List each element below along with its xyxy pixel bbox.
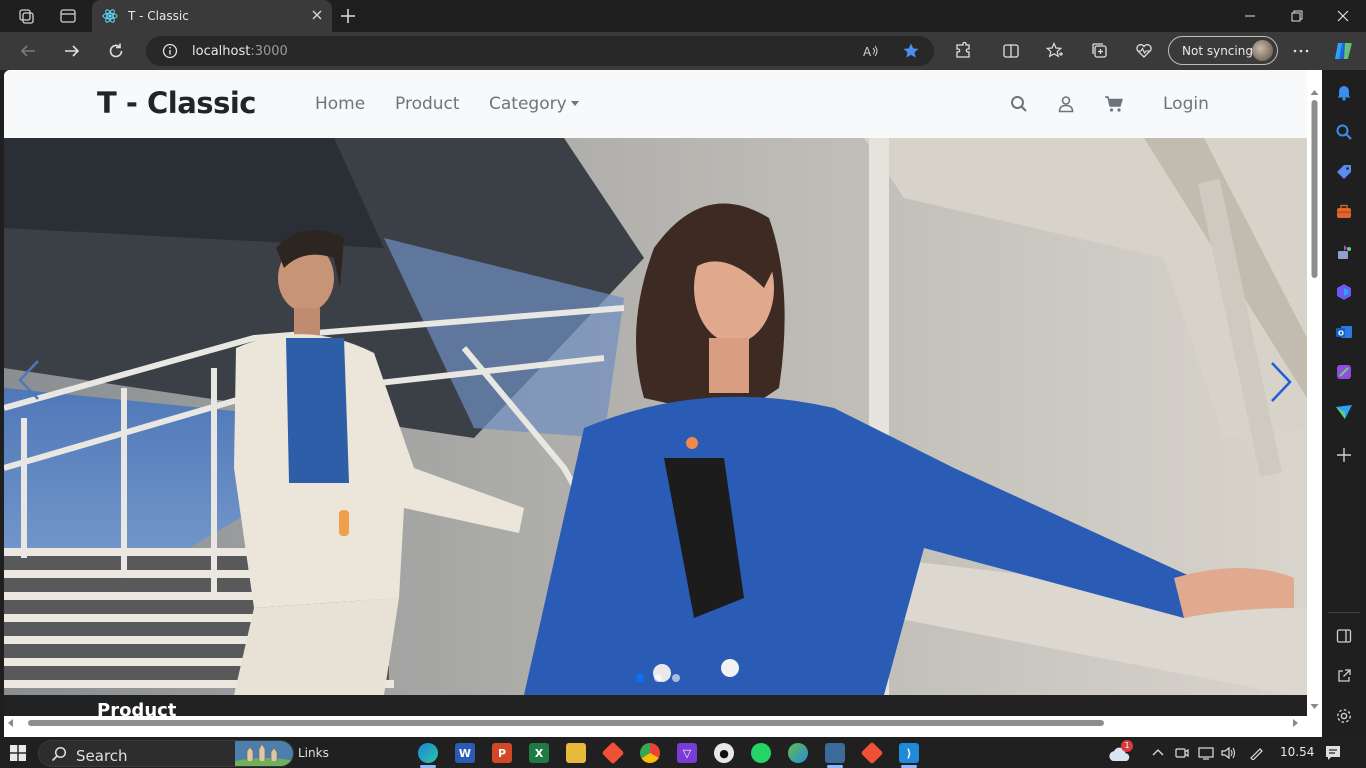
edge-taskbar-icon[interactable] <box>418 743 438 763</box>
git-gui-taskbar-icon[interactable] <box>860 741 884 765</box>
tab-actions-icon[interactable] <box>58 6 78 26</box>
taskbar-search-label: Search <box>76 747 128 765</box>
back-arrow-icon[interactable] <box>17 40 39 62</box>
windows-taskbar: Search Links W P X ▽ ● ⟩ 1 10.54 <box>0 738 1366 768</box>
designer-icon[interactable] <box>1334 362 1354 382</box>
hero-fashion-photo <box>4 138 1307 695</box>
volume-icon[interactable] <box>1221 746 1237 760</box>
user-icon[interactable] <box>1056 94 1076 114</box>
forward-arrow-icon[interactable] <box>61 40 83 62</box>
edge-sidebar: O <box>1322 70 1366 738</box>
weather-badge: 1 <box>1121 740 1133 752</box>
collections-icon[interactable] <box>1089 40 1111 62</box>
new-tab-icon[interactable] <box>338 6 358 26</box>
favorites-icon[interactable] <box>1044 40 1066 62</box>
profile-avatar <box>1252 40 1273 61</box>
whatsapp-taskbar-icon[interactable] <box>751 743 771 763</box>
restore-icon[interactable] <box>1287 6 1307 26</box>
hero-carousel <box>4 138 1307 695</box>
refresh-icon[interactable] <box>105 40 127 62</box>
carousel-indicator-1[interactable] <box>636 674 644 682</box>
minimize-icon[interactable] <box>1240 6 1260 26</box>
github-taskbar-icon[interactable]: ● <box>714 743 734 763</box>
svg-text:A: A <box>863 45 872 59</box>
powerpoint-taskbar-icon[interactable]: P <box>492 743 512 763</box>
windows-start-icon[interactable] <box>10 745 26 761</box>
microsoft-365-icon[interactable] <box>1334 282 1354 302</box>
taskbar-search-icon <box>51 746 67 762</box>
taskbar-search-box[interactable]: Search <box>38 740 294 767</box>
hide-sidebar-icon[interactable] <box>1334 626 1354 646</box>
copilot-icon[interactable] <box>1332 40 1354 62</box>
caret-down-icon <box>570 101 579 106</box>
page-viewport: T - Classic Home Product Category Login <box>4 70 1322 737</box>
sidebar-search-icon[interactable] <box>1334 122 1354 142</box>
read-aloud-icon[interactable]: A <box>862 42 880 60</box>
sync-status-label: Not syncing <box>1182 44 1253 58</box>
url-text: localhost:3000 <box>192 44 288 59</box>
carousel-next-icon[interactable] <box>1268 360 1294 404</box>
react-favicon-icon <box>102 8 118 24</box>
taskbar-clock[interactable]: 10.54 <box>1280 745 1314 759</box>
address-bar[interactable]: localhost:3000 A <box>146 36 934 66</box>
carousel-indicator-3[interactable] <box>672 674 680 682</box>
send-drop-icon[interactable] <box>1334 402 1354 422</box>
search-highlight-castle-icon <box>235 741 293 766</box>
site-brand[interactable]: T - Classic <box>97 86 256 120</box>
tools-briefcase-icon[interactable] <box>1334 202 1354 222</box>
carousel-prev-icon[interactable] <box>16 358 42 402</box>
open-external-icon[interactable] <box>1334 666 1354 686</box>
notification-center-icon[interactable] <box>1325 745 1341 761</box>
more-menu-icon[interactable] <box>1290 40 1312 62</box>
show-hidden-icons-chevron-icon[interactable] <box>1151 746 1165 760</box>
sidebar-settings-gear-icon[interactable] <box>1334 706 1354 726</box>
category-label: Category <box>489 94 567 114</box>
carousel-indicator-2[interactable] <box>654 674 662 682</box>
workspaces-icon[interactable] <box>16 6 36 26</box>
tab-title: T - Classic <box>128 9 189 23</box>
profile-sync-button[interactable]: Not syncing <box>1168 36 1278 65</box>
login-link[interactable]: Login <box>1163 94 1209 114</box>
add-sidebar-app-icon[interactable] <box>1334 445 1354 465</box>
outlook-icon[interactable]: O <box>1334 322 1354 342</box>
horizontal-scrollbar[interactable] <box>4 716 1307 730</box>
search-icon[interactable] <box>1009 94 1029 114</box>
close-tab-icon[interactable] <box>310 8 324 22</box>
favorite-star-icon[interactable] <box>902 42 920 60</box>
svg-text:O: O <box>1338 330 1344 338</box>
extensions-icon[interactable] <box>952 40 974 62</box>
cart-icon[interactable] <box>1104 94 1124 114</box>
performance-heart-icon[interactable] <box>1133 40 1155 62</box>
network-icon[interactable] <box>1198 746 1214 760</box>
split-screen-icon[interactable] <box>1000 40 1022 62</box>
links-toolbar-label[interactable]: Links <box>298 746 329 760</box>
sidebar-divider <box>1328 612 1360 613</box>
browser-tab-active[interactable]: T - Classic <box>92 0 332 32</box>
nav-link-home[interactable]: Home <box>315 94 365 114</box>
site-info-icon[interactable] <box>162 43 178 59</box>
close-window-icon[interactable] <box>1333 6 1353 26</box>
games-icon[interactable] <box>1334 242 1354 262</box>
browser-toolbar: localhost:3000 A Not syncing <box>0 32 1366 70</box>
site-navbar: T - Classic Home Product Category Login <box>4 70 1307 138</box>
proton-vpn-taskbar-icon[interactable]: ▽ <box>677 743 697 763</box>
browser-title-bar: T - Classic <box>0 0 1366 32</box>
meet-now-icon[interactable] <box>1175 746 1189 760</box>
next-section: Product <box>4 695 1307 721</box>
photos-taskbar-icon[interactable] <box>788 743 808 763</box>
pen-menu-icon[interactable] <box>1249 746 1265 760</box>
vertical-scrollbar[interactable] <box>1307 70 1322 737</box>
notifications-bell-icon[interactable] <box>1334 82 1354 102</box>
server-manager-taskbar-icon[interactable] <box>825 743 845 763</box>
word-taskbar-icon[interactable]: W <box>455 743 475 763</box>
shopping-tag-icon[interactable] <box>1334 162 1354 182</box>
vscode-taskbar-icon[interactable]: ⟩ <box>899 743 919 763</box>
nav-link-product[interactable]: Product <box>395 94 460 114</box>
nav-dropdown-category[interactable]: Category <box>489 94 579 114</box>
chrome-taskbar-icon[interactable] <box>640 743 660 763</box>
file-explorer-taskbar-icon[interactable] <box>566 743 586 763</box>
git-taskbar-icon[interactable] <box>601 741 625 765</box>
excel-taskbar-icon[interactable]: X <box>529 743 549 763</box>
